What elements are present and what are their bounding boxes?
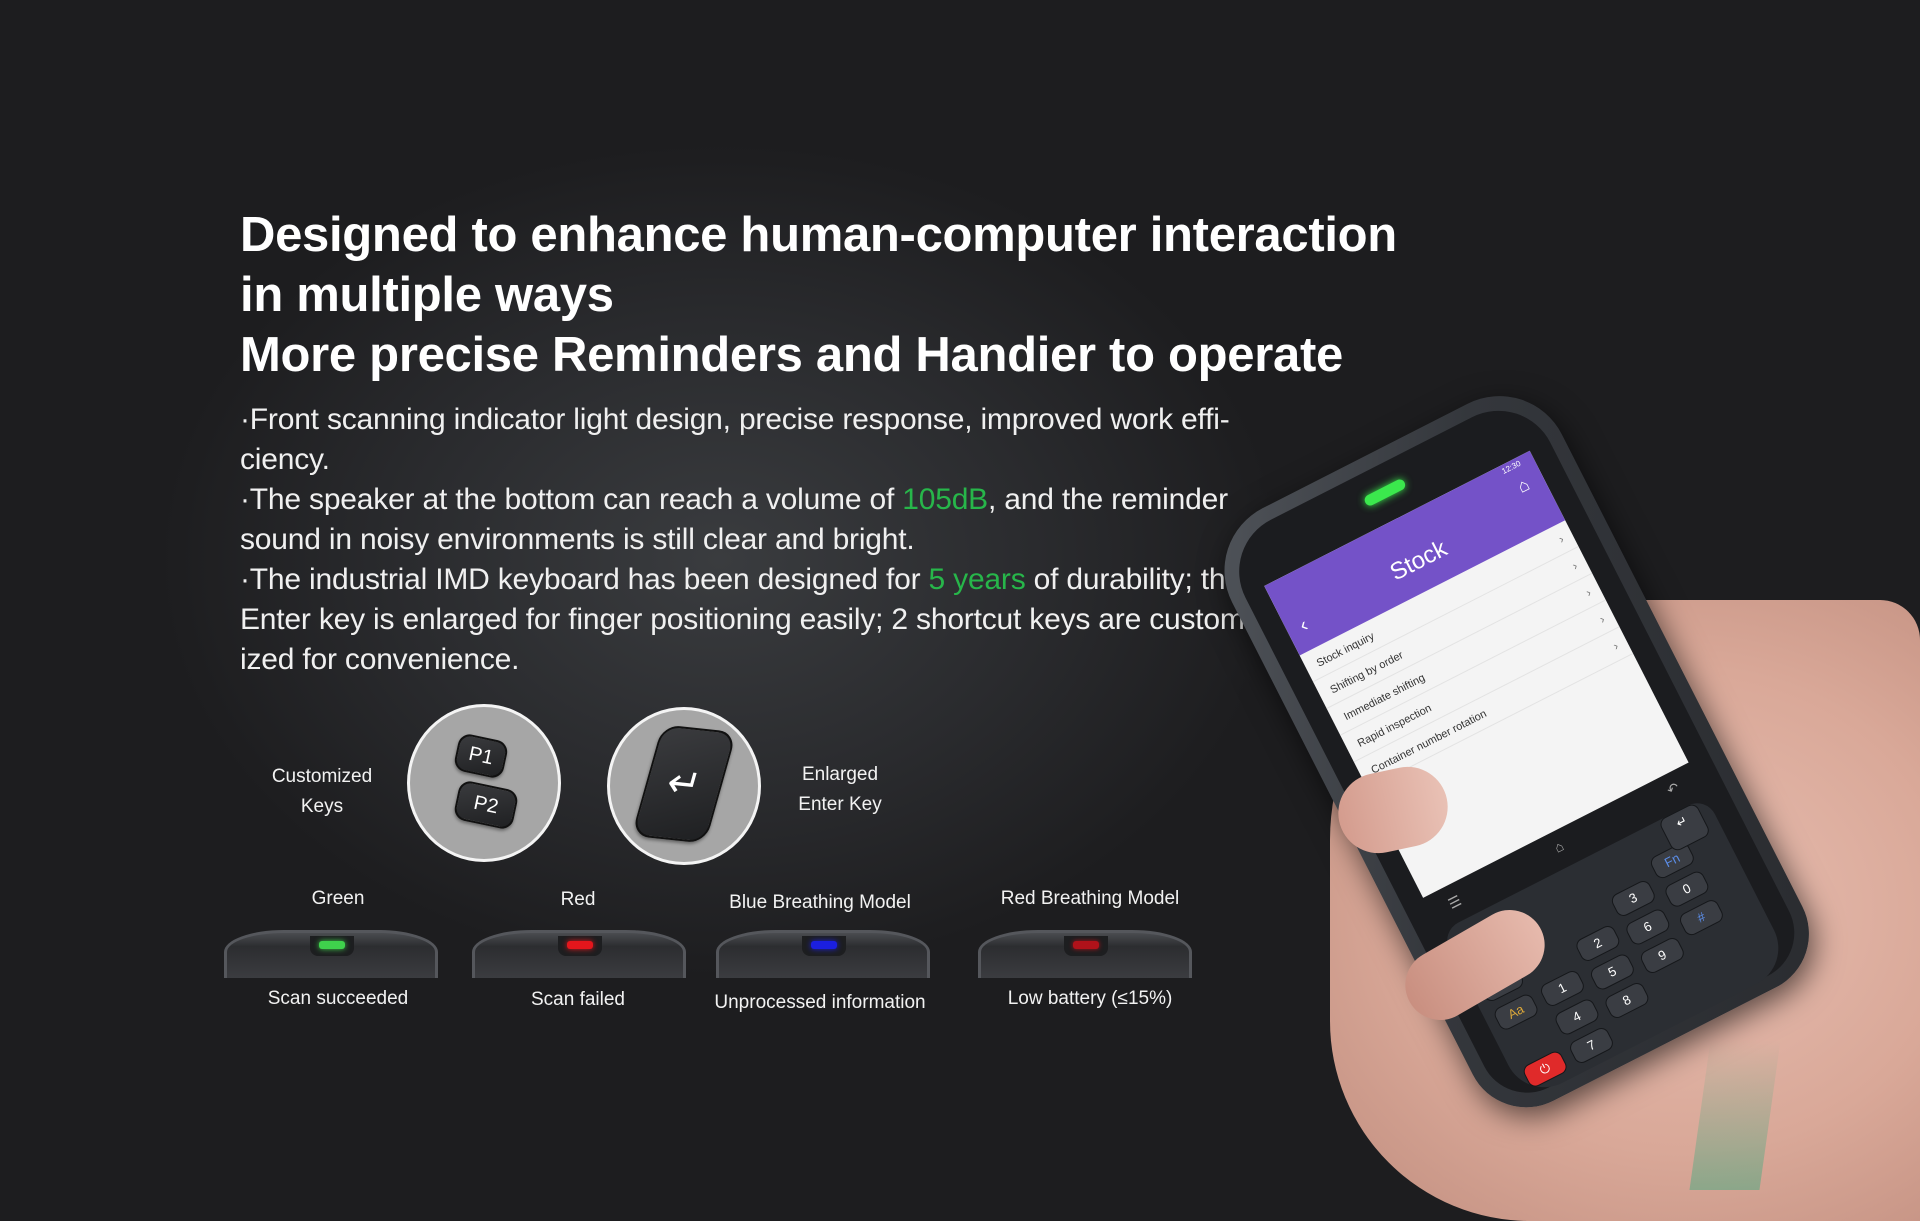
status-bar-time: 12:30 bbox=[1500, 458, 1523, 476]
green-led-icon bbox=[319, 941, 345, 949]
highlight-durability: 5 years bbox=[928, 563, 1026, 596]
headline-line-1: Designed to enhance human-computer inter… bbox=[240, 208, 1397, 262]
label-line: Enlarged bbox=[801, 764, 879, 785]
indicator-mode-red: Red bbox=[560, 889, 596, 910]
label-line: Keys bbox=[300, 796, 344, 817]
indicator-meaning-scan-failed: Scan failed bbox=[530, 989, 625, 1010]
indicator-meaning-scan-succeeded: Scan succeeded bbox=[267, 988, 409, 1009]
customized-keys-illustration: P1 P2 bbox=[407, 704, 561, 862]
bullet-indicator-light: ·Front scanning indicator light design, … bbox=[240, 400, 1300, 480]
indicator-mode-red-breathing: Red Breathing Model bbox=[1000, 888, 1180, 909]
chevron-right-icon: › bbox=[1597, 612, 1608, 627]
indicator-green-illustration bbox=[224, 930, 438, 978]
menu-lines-icon: ☰ bbox=[1445, 891, 1464, 912]
highlight-volume: 105dB bbox=[902, 483, 988, 516]
label-line: Customized bbox=[271, 766, 373, 787]
enter-key-label: Enlarged Enter Key bbox=[780, 760, 900, 820]
indicator-red-illustration bbox=[472, 930, 686, 978]
headline-line-2: in multiple ways bbox=[240, 268, 614, 322]
customized-keys-label: Customized Keys bbox=[262, 762, 382, 822]
enter-key-icon: ↵ bbox=[631, 724, 737, 844]
p2-key-icon: P2 bbox=[452, 779, 520, 831]
bullet-text: ·The speaker at the bottom can reach a v… bbox=[240, 483, 903, 516]
bullet-text: ·The industrial IMD keyboard has been de… bbox=[240, 563, 929, 596]
indicator-red-breathing-illustration bbox=[978, 930, 1192, 978]
scan-indicator-led-icon bbox=[1362, 477, 1408, 508]
indicator-mode-blue-breathing: Blue Breathing Model bbox=[729, 892, 911, 913]
chevron-right-icon: › bbox=[1583, 585, 1594, 600]
red-led-icon bbox=[567, 941, 593, 949]
phone-front: 12:30 ⌂ ‹ Stock Stock inquiry › Shifting … bbox=[1219, 390, 1811, 1110]
chevron-right-icon: › bbox=[1610, 638, 1621, 654]
indicator-notch bbox=[802, 936, 846, 956]
p1-key-icon: P1 bbox=[452, 732, 510, 780]
chevron-right-icon: › bbox=[1569, 558, 1580, 573]
indicator-mode-green: Green bbox=[311, 888, 365, 909]
power-key-icon: ⏻ bbox=[1520, 1048, 1570, 1090]
blue-led-icon bbox=[811, 941, 837, 949]
label-line: Enter Key bbox=[798, 794, 882, 815]
indicator-meaning-low-battery: Low battery (≤15%) bbox=[1007, 988, 1173, 1009]
headline: Designed to enhance human-computer inter… bbox=[240, 205, 1397, 385]
headline-line-3: More precise Reminders and Handier to op… bbox=[240, 328, 1343, 382]
hardware-back-icon: ↶ bbox=[1663, 778, 1682, 799]
indicator-notch bbox=[558, 936, 602, 956]
chevron-right-icon: › bbox=[1556, 531, 1567, 547]
feature-bullets: ·Front scanning indicator light design, … bbox=[240, 400, 1300, 680]
dark-red-led-icon bbox=[1073, 941, 1099, 949]
bullet-text: ·Front scanning indicator light design, … bbox=[240, 403, 1230, 476]
bullet-keyboard: ·The industrial IMD keyboard has been de… bbox=[240, 560, 1300, 680]
bullet-speaker: ·The speaker at the bottom can reach a v… bbox=[240, 480, 1300, 560]
indicator-notch bbox=[310, 936, 354, 956]
indicator-notch bbox=[1064, 936, 1108, 956]
indicator-blue-illustration bbox=[716, 930, 930, 978]
enter-key-illustration: ↵ bbox=[607, 707, 761, 865]
hardware-home-icon: ⌂ bbox=[1551, 837, 1567, 856]
indicator-meaning-unprocessed: Unprocessed information bbox=[714, 992, 926, 1013]
